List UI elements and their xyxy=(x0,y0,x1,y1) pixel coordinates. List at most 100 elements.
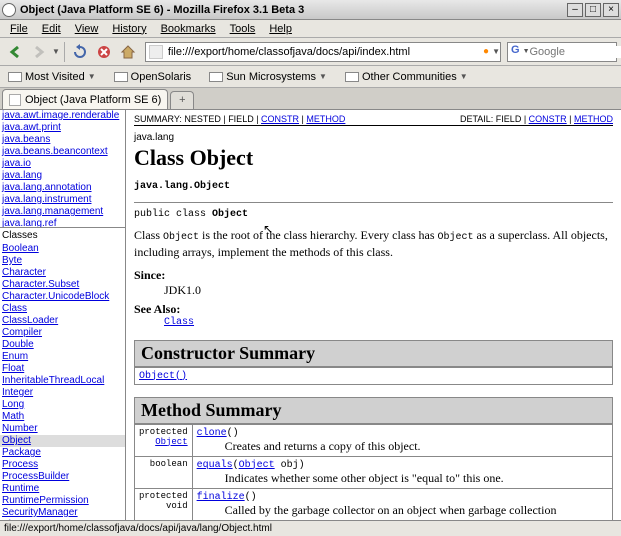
package-link[interactable]: java.beans xyxy=(0,134,125,146)
class-link[interactable]: InheritableThreadLocal xyxy=(0,375,125,387)
class-link[interactable]: Runtime xyxy=(0,483,125,495)
menu-bookmarks[interactable]: Bookmarks xyxy=(155,22,222,36)
menu-help[interactable]: Help xyxy=(263,22,298,36)
bookmark-most-visited[interactable]: Most Visited▼ xyxy=(4,70,100,84)
class-link[interactable]: Compiler xyxy=(0,327,125,339)
class-detail-frame[interactable]: SUMMARY: NESTED | FIELD | CONSTR | METHO… xyxy=(126,110,621,520)
search-input[interactable] xyxy=(530,46,621,58)
forward-button[interactable] xyxy=(28,41,50,63)
class-link[interactable]: RuntimePermission xyxy=(0,495,125,507)
package-link[interactable]: java.lang.annotation xyxy=(0,182,125,194)
class-link[interactable]: Byte xyxy=(0,255,125,267)
method-summary-table: protected Objectclone()Creates and retur… xyxy=(134,424,613,521)
package-list-frame[interactable]: java.awt.image.renderablejava.awt.printj… xyxy=(0,110,125,228)
page-icon xyxy=(209,72,223,82)
summary-method-link[interactable]: METHOD xyxy=(306,114,345,124)
minimize-button[interactable]: – xyxy=(567,3,583,17)
method-signature: (Object obj) xyxy=(233,460,305,471)
stop-button[interactable] xyxy=(93,41,115,63)
package-link[interactable]: java.lang.ref xyxy=(0,218,125,228)
package-link[interactable]: java.beans.beancontext xyxy=(0,146,125,158)
package-link[interactable]: java.awt.image.renderable xyxy=(0,110,125,122)
class-link[interactable]: Math xyxy=(0,411,125,423)
reload-button[interactable] xyxy=(69,41,91,63)
class-link[interactable]: Boolean xyxy=(0,243,125,255)
search-engine-icon[interactable]: G xyxy=(511,44,520,60)
class-link[interactable]: SecurityManager xyxy=(0,507,125,519)
status-bar: file:///export/home/classofjava/docs/api… xyxy=(0,520,621,536)
summary-nav-bar: SUMMARY: NESTED | FIELD | CONSTR | METHO… xyxy=(134,114,613,126)
class-link[interactable]: Character.UnicodeBlock xyxy=(0,291,125,303)
method-link[interactable]: clone xyxy=(197,428,227,439)
home-button[interactable] xyxy=(117,41,139,63)
history-dropdown-icon[interactable]: ▼ xyxy=(52,47,60,56)
menu-view[interactable]: View xyxy=(69,22,105,36)
class-link[interactable]: Class xyxy=(0,303,125,315)
new-tab-button[interactable]: + xyxy=(170,91,194,109)
back-button[interactable] xyxy=(4,41,26,63)
page-icon xyxy=(114,72,128,82)
class-description: Class Object is the root of the class hi… xyxy=(134,228,613,260)
class-link[interactable]: ProcessBuilder xyxy=(0,471,125,483)
bookmark-other[interactable]: Other Communities▼ xyxy=(341,70,472,84)
method-description: Called by the garbage collector on an ob… xyxy=(225,503,608,521)
chevron-down-icon: ▼ xyxy=(319,72,327,81)
class-link[interactable]: Character.Subset xyxy=(0,279,125,291)
class-link[interactable]: Enum xyxy=(0,351,125,363)
menu-history[interactable]: History xyxy=(106,22,152,36)
url-dropdown-icon[interactable]: ▼ xyxy=(492,47,500,56)
method-link[interactable]: equals xyxy=(197,460,233,471)
menu-tools[interactable]: Tools xyxy=(224,22,262,36)
package-link[interactable]: java.lang xyxy=(0,170,125,182)
constructor-summary-table: Object() xyxy=(134,367,613,385)
method-modifier: protected void xyxy=(135,488,193,520)
class-link[interactable]: Package xyxy=(0,447,125,459)
package-link[interactable]: java.lang.instrument xyxy=(0,194,125,206)
maximize-button[interactable]: □ xyxy=(585,3,601,17)
bookmark-sun[interactable]: Sun Microsystems▼ xyxy=(205,70,331,84)
search-box[interactable]: G ▼ 🔍 xyxy=(507,42,617,62)
chevron-down-icon: ▼ xyxy=(460,72,468,81)
tab-object[interactable]: Object (Java Platform SE 6) xyxy=(2,89,168,109)
class-link[interactable]: Character xyxy=(0,267,125,279)
feed-icon[interactable]: ● xyxy=(483,46,489,57)
class-link[interactable]: Float xyxy=(0,363,125,375)
table-row: booleanequals(Object obj)Indicates wheth… xyxy=(135,456,613,488)
class-link[interactable]: Number xyxy=(0,423,125,435)
class-title: Class Object xyxy=(134,145,613,171)
detail-method-link[interactable]: METHOD xyxy=(574,114,613,124)
url-bar[interactable]: ● ▼ xyxy=(145,42,501,62)
since-value: JDK1.0 xyxy=(164,283,613,298)
summary-constr-link[interactable]: CONSTR xyxy=(261,114,299,124)
qualified-name: java.lang.Object xyxy=(134,181,613,192)
nav-toolbar: ▼ ● ▼ G ▼ 🔍 xyxy=(0,38,621,66)
package-link[interactable]: java.io xyxy=(0,158,125,170)
package-link[interactable]: java.awt.print xyxy=(0,122,125,134)
app-icon xyxy=(2,3,16,17)
package-name: java.lang xyxy=(134,132,613,143)
class-link[interactable]: Process xyxy=(0,459,125,471)
menu-file[interactable]: File xyxy=(4,22,34,36)
bookmark-opensolaris[interactable]: OpenSolaris xyxy=(110,70,196,84)
class-link[interactable]: ClassLoader xyxy=(0,315,125,327)
class-list-frame[interactable]: ClassesBooleanByteCharacterCharacter.Sub… xyxy=(0,228,125,520)
class-link[interactable]: Object xyxy=(0,435,125,447)
method-link[interactable]: finalize xyxy=(197,492,245,503)
seealso-link[interactable]: Class xyxy=(164,317,613,328)
class-link[interactable]: Double xyxy=(0,339,125,351)
class-link[interactable]: Integer xyxy=(0,387,125,399)
constructor-link[interactable]: Object() xyxy=(139,371,187,382)
class-signature: public class Object xyxy=(134,209,613,220)
package-link[interactable]: java.lang.management xyxy=(0,206,125,218)
class-link[interactable]: Long xyxy=(0,399,125,411)
close-button[interactable]: × xyxy=(603,3,619,17)
menu-edit[interactable]: Edit xyxy=(36,22,67,36)
class-link[interactable]: Short xyxy=(0,519,125,520)
detail-constr-link[interactable]: CONSTR xyxy=(529,114,567,124)
tab-strip: Object (Java Platform SE 6) + xyxy=(0,88,621,110)
classes-header: Classes xyxy=(0,228,125,243)
search-engine-dropdown-icon[interactable]: ▼ xyxy=(523,48,530,55)
tab-title: Object (Java Platform SE 6) xyxy=(25,94,161,106)
tab-favicon xyxy=(9,94,21,106)
url-input[interactable] xyxy=(166,46,480,58)
